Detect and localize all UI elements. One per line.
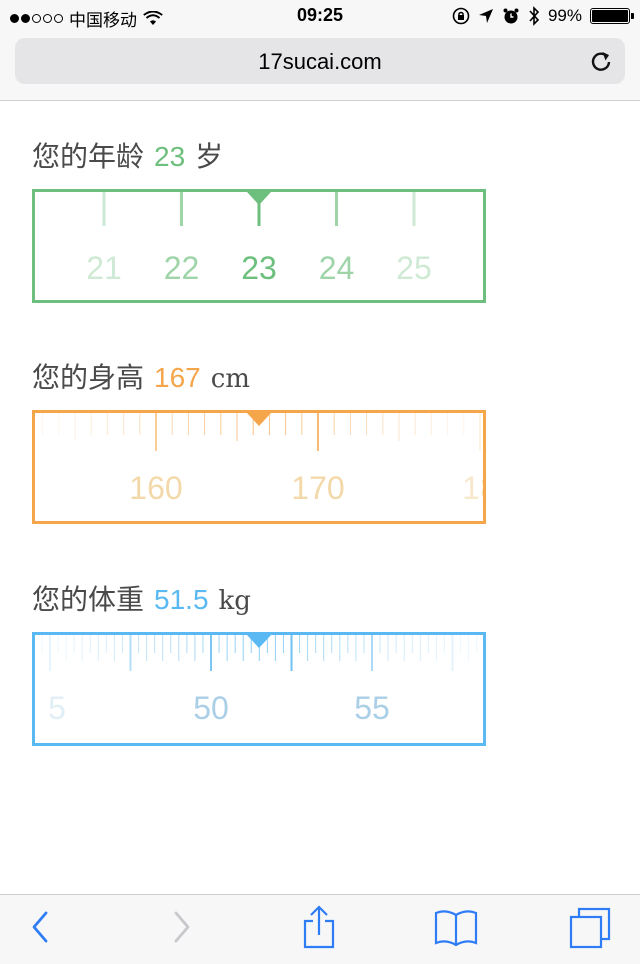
weight-label-row: 您的体重 51.5 kg: [32, 578, 251, 618]
ruler-tick-label: 5: [48, 690, 66, 726]
height-label: 您的身高: [32, 362, 145, 393]
ruler-tick-label: 18: [462, 470, 483, 506]
reload-icon[interactable]: [589, 48, 613, 74]
age-label: 您的年龄: [32, 141, 145, 172]
weight-unit: kg: [218, 586, 251, 616]
browser-toolbar: [0, 894, 640, 964]
age-unit: 岁: [195, 141, 224, 172]
ruler-tick-label: 160: [129, 470, 182, 506]
height-ruler[interactable]: 160 170 18: [32, 410, 486, 524]
height-value: 167: [154, 362, 201, 393]
chevron-left-icon[interactable]: [28, 909, 52, 945]
ruler-tick-label: 23: [241, 250, 277, 286]
height-unit: cm: [210, 364, 250, 394]
ruler-pointer: [247, 413, 271, 426]
ruler-tick-label: 25: [396, 250, 432, 286]
weight-value: 51.5: [154, 584, 209, 615]
age-section: 您的年龄 23 岁: [32, 135, 223, 175]
age-label-row: 您的年龄 23 岁: [32, 135, 223, 175]
battery-percent: 99%: [547, 6, 582, 25]
weight-section: 您的体重 51.5 kg: [32, 578, 251, 618]
height-label-row: 您的身高 167 cm: [32, 356, 250, 396]
book-icon[interactable]: [434, 909, 478, 947]
height-section: 您的身高 167 cm: [32, 356, 250, 396]
age-value: 23: [154, 141, 186, 172]
weight-label: 您的体重: [32, 584, 145, 615]
chevron-right-icon[interactable]: [170, 909, 194, 945]
ruler-tick-label: 55: [354, 690, 390, 726]
bluetooth-icon: [529, 6, 540, 26]
age-ruler[interactable]: 21 22 23 24 25: [32, 189, 486, 303]
address-bar-area: 17sucai.com: [0, 34, 640, 101]
address-bar[interactable]: 17sucai.com: [15, 38, 625, 84]
orientation-lock-icon: [452, 7, 470, 25]
status-right: 99%: [452, 6, 634, 26]
ruler-tick-label: 22: [164, 250, 200, 286]
weight-ruler[interactable]: 5 50 55: [32, 632, 486, 746]
ruler-tick-label: 170: [291, 470, 344, 506]
tabs-icon[interactable]: [569, 907, 611, 949]
weight-ruler-scale[interactable]: 5 50 55: [35, 635, 483, 743]
url-text[interactable]: 17sucai.com: [15, 49, 625, 75]
alarm-icon: [503, 8, 519, 24]
location-icon: [478, 9, 493, 23]
ruler-tick-label: 50: [193, 690, 229, 726]
height-ruler-scale[interactable]: 160 170 18: [35, 413, 483, 521]
ruler-tick-label: 24: [319, 250, 355, 286]
battery-icon: [590, 8, 634, 24]
share-icon[interactable]: [301, 905, 337, 949]
ruler-tick-label: 21: [86, 250, 122, 286]
age-ruler-scale[interactable]: 21 22 23 24 25: [35, 192, 483, 300]
ruler-pointer: [247, 192, 271, 205]
status-bar: 中国移动 09:25 99%: [0, 0, 640, 34]
